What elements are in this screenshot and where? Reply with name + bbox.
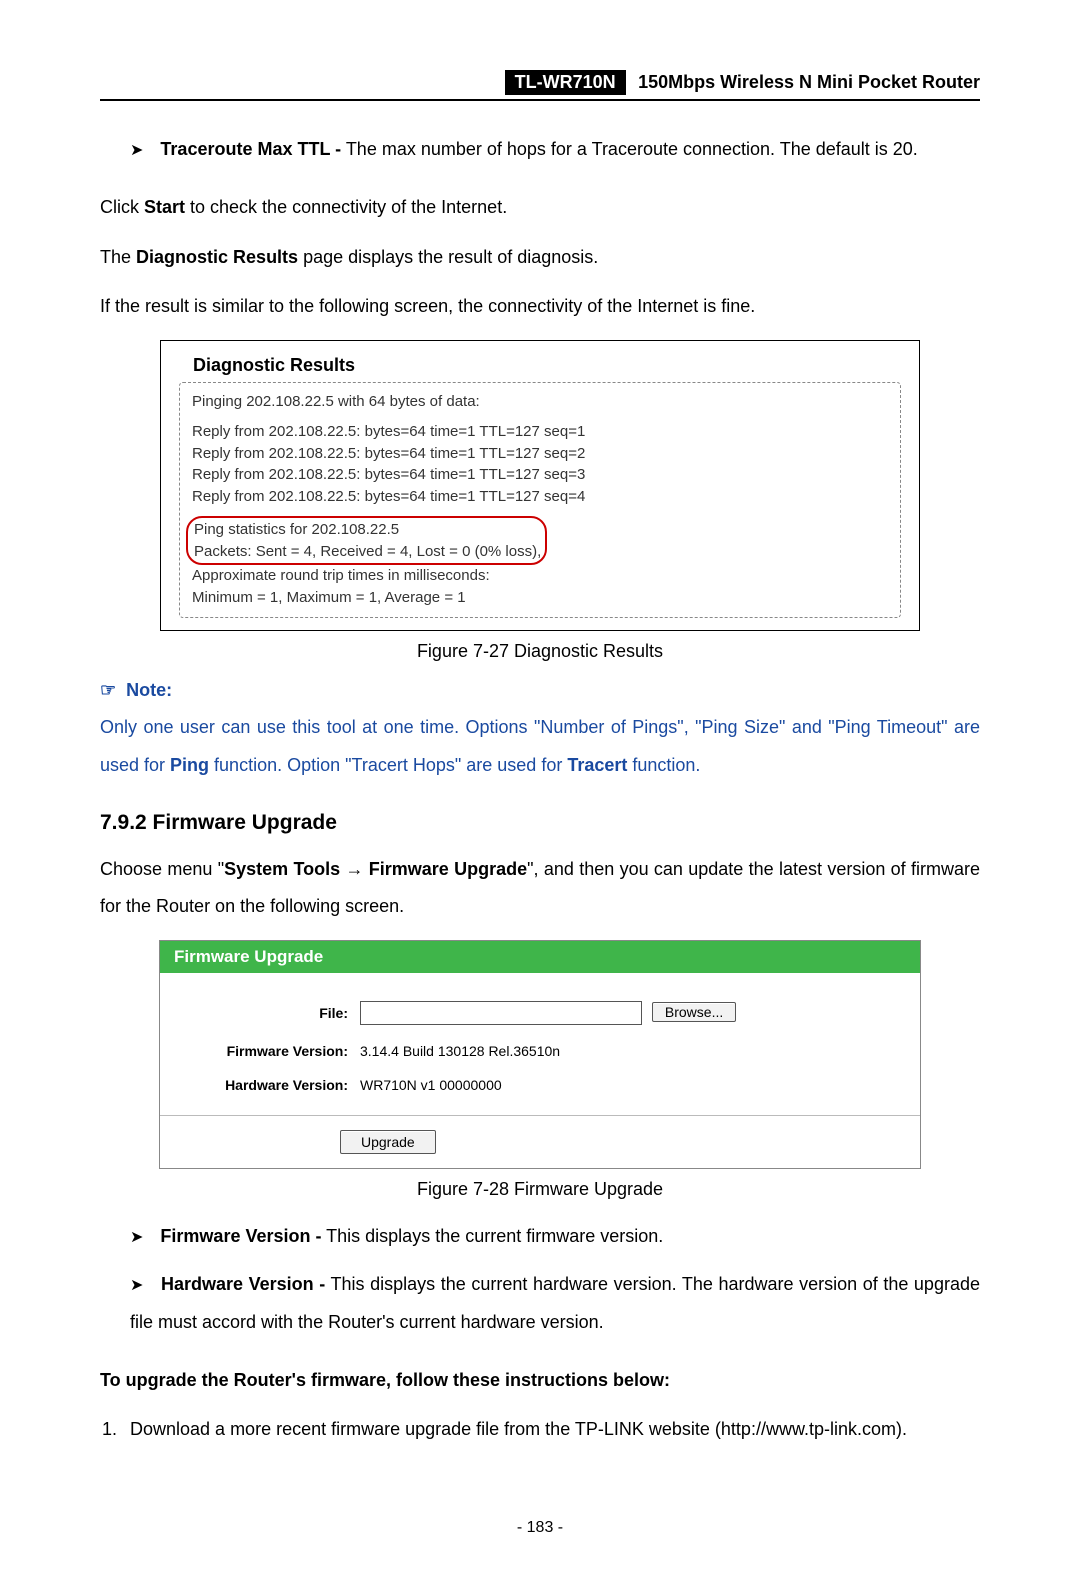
- bullet-firmware-version: ➤ Firmware Version - This displays the c…: [100, 1218, 980, 1256]
- paragraph-diag-results: The Diagnostic Results page displays the…: [100, 239, 980, 277]
- text-bold: Tracert: [567, 755, 627, 775]
- diag-box: Pinging 202.108.22.5 with 64 bytes of da…: [179, 382, 901, 618]
- fw-row-file: File: Browse...: [188, 1001, 892, 1025]
- figure-caption-28: Figure 7-28 Firmware Upgrade: [100, 1179, 980, 1200]
- fwver-label: Firmware Version:: [188, 1043, 360, 1059]
- diag-reply: Reply from 202.108.22.5: bytes=64 time=1…: [192, 486, 888, 508]
- text-bold: Diagnostic Results: [136, 247, 298, 267]
- ol-body: Download a more recent firmware upgrade …: [130, 1411, 980, 1449]
- note-body: Only one user can use this tool at one t…: [100, 709, 980, 785]
- bullet-traceroute-ttl: ➤ Traceroute Max TTL - The max number of…: [100, 131, 980, 169]
- paragraph-firmware-upgrade: Choose menu "System Tools → Firmware Upg…: [100, 851, 980, 927]
- file-value: Browse...: [360, 1001, 892, 1025]
- text: function. Option "Tracert Hops" are used…: [209, 755, 567, 775]
- page-number: - 183 -: [100, 1519, 980, 1537]
- bullet-rest: The max number of hops for a Traceroute …: [341, 139, 918, 159]
- bullet-term: Firmware Version -: [160, 1226, 321, 1246]
- diag-reply: Reply from 202.108.22.5: bytes=64 time=1…: [192, 421, 888, 443]
- file-label: File:: [188, 1005, 360, 1021]
- figure-firmware-upgrade: Firmware Upgrade File: Browse... Firmwar…: [159, 940, 921, 1169]
- text: to check the connectivity of the Interne…: [185, 197, 507, 217]
- text-bold: Start: [144, 197, 185, 217]
- note-label: ☞ Note:: [100, 680, 980, 701]
- browse-button[interactable]: Browse...: [652, 1002, 736, 1022]
- header-desc: 150Mbps Wireless N Mini Pocket Router: [630, 72, 980, 93]
- bullet-term: Hardware Version -: [161, 1274, 325, 1294]
- fw-panel-body: File: Browse... Firmware Version: 3.14.4…: [160, 973, 920, 1115]
- ol-number: 1.: [100, 1411, 130, 1449]
- diag-reply: Reply from 202.108.22.5: bytes=64 time=1…: [192, 443, 888, 465]
- paragraph-click-start: Click Start to check the connectivity of…: [100, 189, 980, 227]
- header-model: TL-WR710N: [505, 70, 626, 95]
- diag-reply: Reply from 202.108.22.5: bytes=64 time=1…: [192, 464, 888, 486]
- note-label-text: Note:: [126, 680, 172, 700]
- diag-highlight-oval: Ping statistics for 202.108.22.5 Packets…: [186, 516, 547, 566]
- text: function.: [627, 755, 700, 775]
- diag-stat: Ping statistics for 202.108.22.5: [194, 519, 541, 541]
- fw-panel-header: Firmware Upgrade: [160, 941, 920, 973]
- bullet-rest: This displays the current firmware versi…: [321, 1226, 663, 1246]
- bullet-hardware-version: ➤ Hardware Version - This displays the c…: [100, 1266, 980, 1342]
- upgrade-button[interactable]: Upgrade: [340, 1130, 436, 1154]
- diag-title: Diagnostic Results: [179, 353, 901, 382]
- bullet-term: Traceroute Max TTL -: [160, 139, 341, 159]
- hand-icon: ☞: [100, 680, 116, 700]
- hwver-value: WR710N v1 00000000: [360, 1077, 892, 1093]
- text: The: [100, 247, 136, 267]
- fw-row-hwver: Hardware Version: WR710N v1 00000000: [188, 1077, 892, 1093]
- text-bold: Firmware Upgrade: [369, 859, 527, 879]
- page-root: TL-WR710N 150Mbps Wireless N Mini Pocket…: [0, 0, 1080, 1577]
- diag-stat: Packets: Sent = 4, Received = 4, Lost = …: [194, 541, 541, 563]
- text-bold: System Tools: [224, 859, 340, 879]
- figure-caption-27: Figure 7-27 Diagnostic Results: [100, 641, 980, 662]
- text: Click: [100, 197, 144, 217]
- figure-diagnostic-results: Diagnostic Results Pinging 202.108.22.5 …: [160, 340, 920, 631]
- arrow-icon: ➤: [130, 1277, 143, 1294]
- arrow-text: →: [340, 859, 369, 879]
- diag-ping-header: Pinging 202.108.22.5 with 64 bytes of da…: [192, 391, 888, 413]
- arrow-icon: ➤: [130, 1229, 143, 1246]
- fw-row-fwver: Firmware Version: 3.14.4 Build 130128 Re…: [188, 1043, 892, 1059]
- upgrade-instructions-heading: To upgrade the Router's firmware, follow…: [100, 1362, 980, 1400]
- text: Choose menu ": [100, 859, 224, 879]
- section-title: 7.9.2 Firmware Upgrade: [100, 811, 980, 835]
- page-header: TL-WR710N 150Mbps Wireless N Mini Pocket…: [100, 70, 980, 101]
- paragraph-if-result: If the result is similar to the followin…: [100, 288, 980, 326]
- diag-rtt: Minimum = 1, Maximum = 1, Average = 1: [192, 587, 888, 609]
- file-input[interactable]: [360, 1001, 642, 1025]
- fwver-value: 3.14.4 Build 130128 Rel.36510n: [360, 1043, 892, 1059]
- hwver-label: Hardware Version:: [188, 1077, 360, 1093]
- diag-rtt: Approximate round trip times in millisec…: [192, 565, 888, 587]
- arrow-icon: ➤: [130, 142, 143, 159]
- text: page displays the result of diagnosis.: [298, 247, 598, 267]
- ol-item-1: 1. Download a more recent firmware upgra…: [100, 1411, 980, 1449]
- text-bold: Ping: [170, 755, 209, 775]
- fw-panel-footer: Upgrade: [160, 1115, 920, 1168]
